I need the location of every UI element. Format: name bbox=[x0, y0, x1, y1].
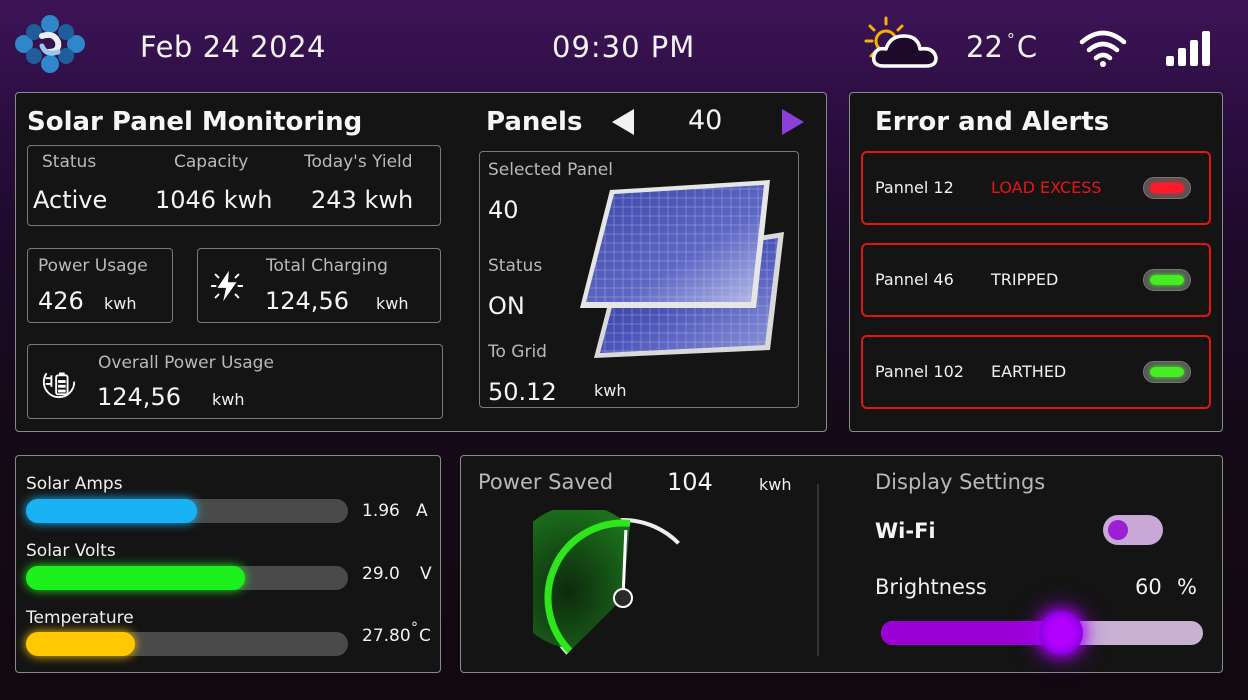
temperature-value: 22 bbox=[966, 30, 1003, 64]
status-label: Status bbox=[42, 152, 97, 172]
meters-panel: Solar Amps 1.96 A Solar Volts 29.0 V Tem… bbox=[15, 455, 441, 673]
meter-label: Solar Amps bbox=[26, 474, 123, 494]
wifi-toggle-knob bbox=[1108, 520, 1128, 540]
alert-panel-name: Pannel 46 bbox=[875, 270, 954, 289]
panel-status-value: ON bbox=[488, 292, 525, 320]
temperature-fill bbox=[26, 632, 136, 656]
overall-power-card: Overall Power Usage 124,56 kwh bbox=[27, 344, 443, 419]
power-usage-value: 426 bbox=[38, 287, 84, 315]
power-display-panel: Power Saved 104 kwh Display Settings Wi-… bbox=[460, 455, 1223, 673]
overall-label: Overall Power Usage bbox=[98, 353, 274, 373]
alert-status-toggle[interactable] bbox=[1143, 269, 1191, 291]
selected-panel-card: Selected Panel 40 Status ON To Grid 50.1… bbox=[479, 151, 799, 408]
solar-amps-bar bbox=[26, 499, 348, 523]
temperature-bar bbox=[26, 632, 348, 656]
battery-plug-icon bbox=[42, 365, 76, 399]
total-charging-label: Total Charging bbox=[266, 256, 388, 276]
alert-status-indicator bbox=[1150, 367, 1184, 377]
logo-icon bbox=[15, 15, 85, 73]
selected-panel-label: Selected Panel bbox=[488, 160, 613, 180]
total-charging-card: Total Charging 124,56 kwh bbox=[197, 248, 441, 323]
selected-panel-value: 40 bbox=[488, 196, 519, 224]
solar-volts-fill bbox=[26, 566, 245, 590]
brightness-value: 60 bbox=[1135, 575, 1162, 599]
power-saved-gauge bbox=[533, 510, 680, 655]
capacity-label: Capacity bbox=[174, 152, 249, 172]
meter-value: 29.0 bbox=[362, 564, 400, 584]
time-display: 09:30 PM bbox=[552, 30, 696, 64]
power-saved-label: Power Saved bbox=[478, 470, 614, 494]
yield-value: 243 kwh bbox=[311, 186, 414, 214]
meter-value: 27.80 bbox=[362, 626, 411, 646]
temperature-display: 22 °C bbox=[966, 30, 1037, 64]
panel-status-label: Status bbox=[488, 256, 543, 276]
meter-value: 1.96 bbox=[362, 501, 400, 521]
power-usage-unit: kwh bbox=[104, 294, 137, 313]
total-charging-value: 124,56 bbox=[265, 287, 349, 315]
degree-symbol: ° bbox=[1006, 30, 1015, 49]
brightness-slider-fill bbox=[881, 621, 1062, 645]
degree-symbol: ° bbox=[411, 620, 418, 636]
stats-card: Status Capacity Today's Yield Active 104… bbox=[27, 145, 441, 226]
meter-label: Solar Volts bbox=[26, 541, 116, 561]
solar-amps-fill bbox=[26, 499, 197, 523]
overall-unit: kwh bbox=[212, 390, 245, 409]
capacity-value: 1046 kwh bbox=[155, 186, 273, 214]
panel-title: Solar Panel Monitoring bbox=[27, 107, 363, 137]
brightness-label: Brightness bbox=[875, 575, 987, 599]
brightness-slider-handle[interactable] bbox=[1039, 611, 1084, 655]
meter-unit: V bbox=[420, 564, 432, 584]
wifi-toggle[interactable] bbox=[1103, 515, 1163, 545]
meter-label: Temperature bbox=[26, 608, 134, 628]
alert-item[interactable]: Pannel 102 EARTHED bbox=[861, 335, 1211, 409]
alerts-panel: Error and Alerts Pannel 12 LOAD EXCESS P… bbox=[849, 92, 1223, 432]
power-saved-unit: kwh bbox=[759, 475, 792, 494]
alert-status-indicator bbox=[1150, 183, 1184, 193]
alert-status-toggle[interactable] bbox=[1143, 361, 1191, 383]
date-display: Feb 24 2024 bbox=[140, 30, 326, 64]
solar-volts-bar bbox=[26, 566, 348, 590]
alert-panel-name: Pannel 102 bbox=[875, 362, 964, 381]
panels-title: Panels bbox=[486, 107, 583, 137]
total-charging-unit: kwh bbox=[376, 294, 409, 313]
power-usage-label: Power Usage bbox=[38, 256, 148, 276]
to-grid-unit: kwh bbox=[594, 381, 627, 400]
partly-sunny-icon bbox=[864, 16, 938, 68]
alert-panel-name: Pannel 12 bbox=[875, 178, 954, 197]
wifi-label: Wi-Fi bbox=[875, 519, 936, 543]
section-divider bbox=[817, 484, 819, 656]
brightness-unit: % bbox=[1177, 575, 1197, 599]
to-grid-value: 50.12 bbox=[488, 378, 557, 406]
alert-status-toggle[interactable] bbox=[1143, 177, 1191, 199]
alert-item[interactable]: Pannel 12 LOAD EXCESS bbox=[861, 151, 1211, 225]
panel-count: 40 bbox=[688, 105, 723, 136]
meter-unit: A bbox=[416, 501, 428, 521]
solar-monitoring-panel: Solar Panel Monitoring Status Capacity T… bbox=[15, 92, 827, 432]
alerts-title: Error and Alerts bbox=[875, 107, 1110, 137]
alert-message: TRIPPED bbox=[991, 270, 1059, 289]
alert-message: LOAD EXCESS bbox=[991, 178, 1102, 197]
meter-unit: C bbox=[419, 626, 431, 646]
next-panel-button[interactable] bbox=[778, 107, 808, 137]
alert-message: EARTHED bbox=[991, 362, 1067, 381]
overall-value: 124,56 bbox=[97, 383, 181, 411]
display-settings-title: Display Settings bbox=[875, 470, 1046, 494]
to-grid-label: To Grid bbox=[488, 342, 547, 362]
brightness-slider[interactable] bbox=[881, 611, 1203, 655]
alert-item[interactable]: Pannel 46 TRIPPED bbox=[861, 243, 1211, 317]
prev-panel-button[interactable] bbox=[608, 107, 638, 137]
charging-icon bbox=[210, 270, 244, 302]
status-value: Active bbox=[33, 186, 108, 214]
temperature-unit: C bbox=[1016, 30, 1038, 64]
alert-status-indicator bbox=[1150, 275, 1184, 285]
signal-icon bbox=[1166, 31, 1210, 66]
top-bar: Feb 24 2024 09:30 PM 22 °C bbox=[0, 0, 1248, 92]
power-usage-card: Power Usage 426 kwh bbox=[27, 248, 173, 323]
power-saved-value: 104 bbox=[667, 468, 713, 496]
solar-panel-image bbox=[580, 180, 784, 358]
wifi-icon[interactable] bbox=[1078, 28, 1128, 68]
yield-label: Today's Yield bbox=[304, 152, 413, 172]
